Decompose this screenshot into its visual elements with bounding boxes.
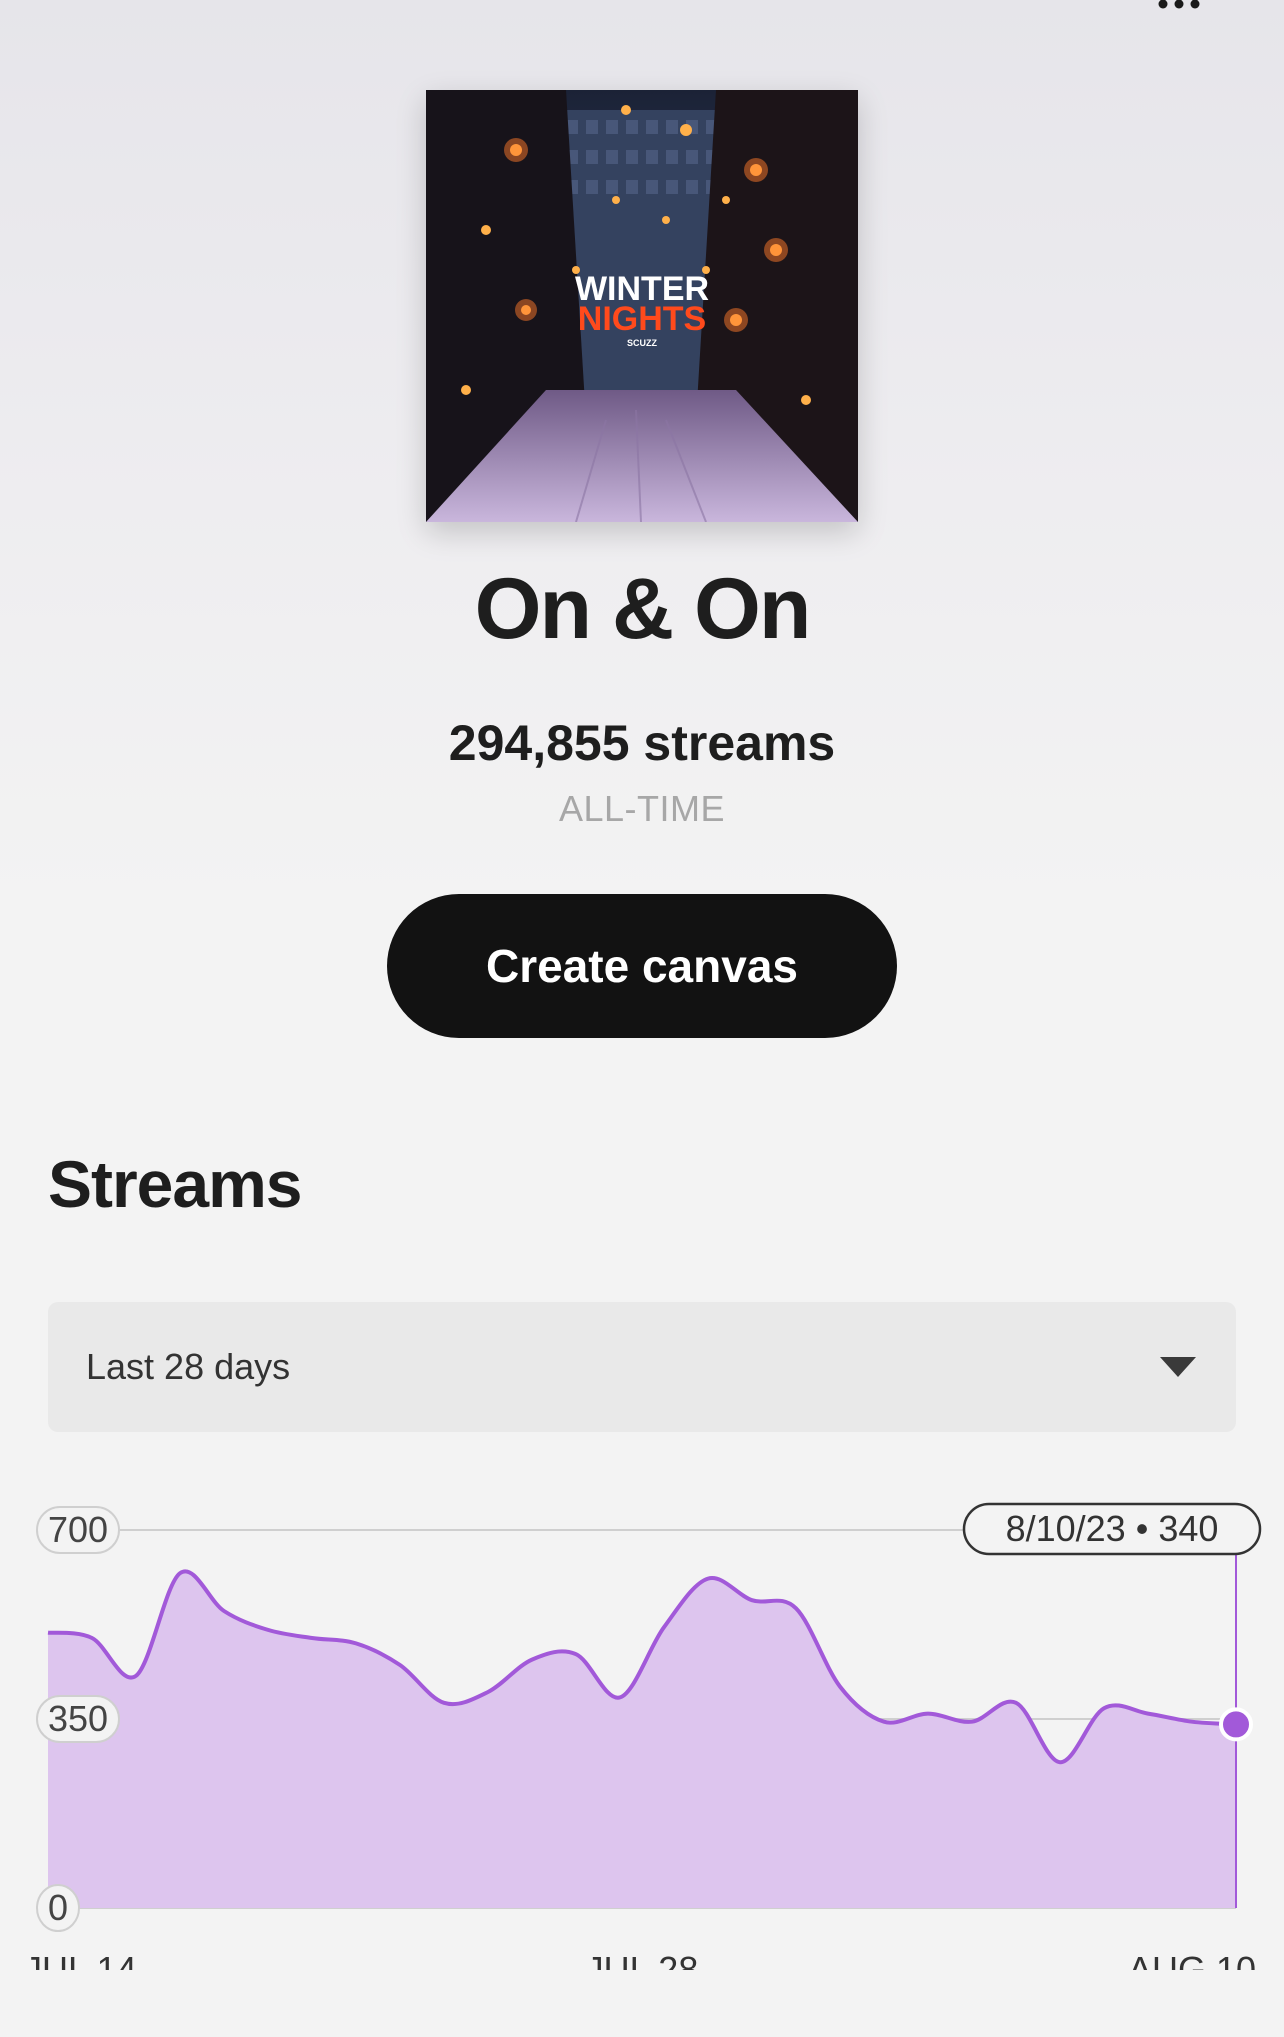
data-point[interactable]	[658, 1621, 670, 1633]
stream-count: 294,855 streams	[448, 715, 836, 771]
tooltip-label: 8/10/23 • 340	[1006, 1508, 1219, 1549]
data-point[interactable]	[1098, 1702, 1110, 1714]
data-point[interactable]	[438, 1697, 450, 1709]
back-chevron-icon[interactable]	[50, 0, 130, 30]
data-point[interactable]	[746, 1594, 758, 1606]
series-area-fill	[48, 1571, 1236, 1908]
data-point[interactable]	[570, 1648, 582, 1660]
data-point[interactable]	[86, 1632, 98, 1644]
cover-artist: SCUZZ	[627, 338, 657, 348]
data-point[interactable]	[1186, 1716, 1198, 1728]
data-point[interactable]	[1054, 1756, 1066, 1768]
data-point[interactable]	[306, 1632, 318, 1644]
data-point[interactable]	[218, 1605, 230, 1617]
track-title: On & On	[474, 561, 812, 657]
y-tick-label: 700	[48, 1509, 108, 1550]
data-point[interactable]	[526, 1654, 538, 1666]
streams-section-title: Streams	[48, 1147, 302, 1221]
data-point[interactable]	[350, 1637, 362, 1649]
data-point[interactable]	[262, 1624, 274, 1636]
date-range-value: Last 28 days	[86, 1346, 291, 1387]
cover-title-line2: NIGHTS	[578, 300, 706, 338]
data-point[interactable]	[922, 1708, 934, 1720]
more-options-icon[interactable]	[1140, 0, 1220, 10]
data-point[interactable]	[130, 1670, 142, 1682]
x-tick-label: AUG 10	[1128, 1949, 1256, 1970]
selected-data-point[interactable]	[1219, 1707, 1253, 1742]
data-point[interactable]	[394, 1659, 406, 1671]
date-range-dropdown[interactable]: Last 28 days	[48, 1302, 1236, 1432]
data-point[interactable]	[1142, 1708, 1154, 1720]
stream-period-label: ALL-TIME	[558, 788, 726, 829]
create-canvas-label: Create canvas	[486, 940, 798, 992]
caret-down-icon	[1160, 1357, 1196, 1377]
data-point[interactable]	[42, 1627, 54, 1639]
data-point[interactable]	[1010, 1697, 1022, 1709]
y-tick-label: 350	[48, 1698, 108, 1739]
data-point[interactable]	[834, 1681, 846, 1693]
x-tick-label: JUL 14	[24, 1949, 137, 1970]
data-point[interactable]	[966, 1716, 978, 1728]
data-point[interactable]	[614, 1691, 626, 1703]
album-cover: WINTER NIGHTS SCUZZ	[426, 90, 858, 522]
data-point[interactable]	[702, 1573, 714, 1585]
data-point[interactable]	[878, 1716, 890, 1728]
data-point[interactable]	[790, 1602, 802, 1614]
streams-chart[interactable]: 0 350 700 8/10/23 • 340 JUL 14 JUL 28 AUG 10	[0, 1490, 1284, 1970]
x-tick-label: JUL 28	[586, 1949, 699, 1970]
y-tick-label: 0	[48, 1887, 68, 1928]
create-canvas-button[interactable]: Create canvas	[387, 894, 897, 1038]
data-point[interactable]	[174, 1567, 186, 1579]
data-point[interactable]	[482, 1686, 494, 1698]
